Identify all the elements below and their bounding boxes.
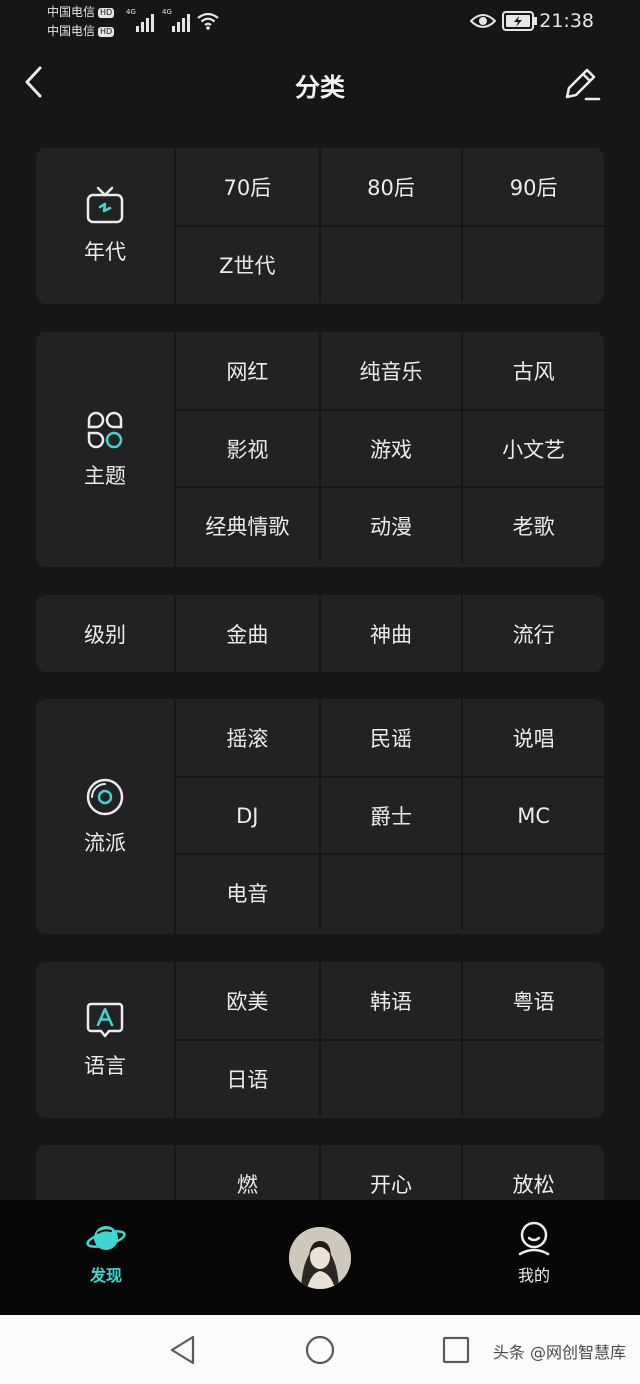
section-era: 年代 70后 80后 90后 Z世代 [36, 148, 604, 304]
section-label-era[interactable]: 年代 [36, 148, 176, 304]
tag-japanese[interactable]: 日语 [176, 1039, 319, 1116]
tag-anime[interactable]: 动漫 [318, 486, 462, 563]
tag-film-tv[interactable]: 影视 [176, 409, 319, 486]
era-grid: 70后 80后 90后 Z世代 [176, 148, 604, 302]
carrier-1: 中国电信 HD [47, 5, 115, 19]
tag-folk[interactable]: 民谣 [318, 699, 462, 776]
language-grid: 欧美 韩语 粤语 日语 [176, 962, 604, 1116]
nav-mine[interactable]: 我的 [500, 1220, 568, 1286]
edit-icon[interactable] [562, 64, 602, 104]
wifi-icon [197, 12, 219, 30]
section-genre: 流派 摇滚 民谣 说唱 DJ 爵士 MC 电音 [36, 699, 604, 934]
tag-korean[interactable]: 韩语 [318, 962, 462, 1039]
tag-electronic[interactable]: 电音 [176, 853, 319, 930]
page-title: 分类 [294, 73, 345, 102]
section-label-genre[interactable]: 流派 [36, 699, 176, 934]
language-icon [86, 1002, 124, 1038]
eye-icon [470, 14, 496, 28]
nav-discover[interactable]: 发现 [72, 1220, 140, 1286]
themes-icon [87, 411, 123, 448]
sys-home-icon[interactable] [304, 1334, 336, 1366]
empty-cell [461, 1039, 604, 1116]
genre-grid: 摇滚 民谣 说唱 DJ 爵士 MC 电音 [176, 699, 604, 930]
tag-rap[interactable]: 说唱 [461, 699, 604, 776]
nav-discover-label: 发现 [89, 1266, 122, 1285]
section-level: 级别 金曲 神曲 流行 [36, 595, 604, 672]
tag-game[interactable]: 游戏 [318, 409, 462, 486]
clock: 21:38 [539, 10, 594, 32]
section-label-theme[interactable]: 主题 [36, 332, 176, 567]
system-nav-bar: 头条 @网创智慧库 [0, 1315, 640, 1384]
nav-mine-label: 我的 [517, 1266, 550, 1285]
empty-cell [461, 225, 604, 302]
theme-grid: 网红 纯音乐 古风 影视 游戏 小文艺 经典情歌 动漫 老歌 [176, 332, 604, 563]
avatar[interactable] [289, 1227, 351, 1289]
watermark: 头条 @网创智慧库 [492, 1343, 626, 1362]
tag-jazz[interactable]: 爵士 [318, 776, 462, 853]
tag-80s[interactable]: 80后 [318, 148, 462, 225]
user-icon [518, 1221, 550, 1256]
tag-pure-music[interactable]: 纯音乐 [318, 332, 462, 409]
tag-mc[interactable]: MC [461, 776, 604, 853]
status-bar: 中国电信 HD 中国电信 HD 4G 4G 21:38 [0, 0, 640, 44]
avatar-image [289, 1227, 351, 1289]
sys-recents-icon[interactable] [442, 1336, 470, 1364]
tag-70s[interactable]: 70后 [176, 148, 319, 225]
tag-internet[interactable]: 网红 [176, 332, 319, 409]
empty-cell [318, 225, 462, 302]
bottom-nav: 发现 我的 [0, 1200, 640, 1315]
tag-classic-love[interactable]: 经典情歌 [176, 486, 319, 563]
carrier-2: 中国电信 HD [47, 24, 115, 38]
tag-oldies[interactable]: 老歌 [461, 486, 604, 563]
tag-golden[interactable]: 金曲 [176, 595, 319, 672]
section-label-level[interactable]: 级别 [36, 595, 176, 672]
tag-gen-z[interactable]: Z世代 [176, 225, 319, 302]
section-theme: 主题 网红 纯音乐 古风 影视 游戏 小文艺 经典情歌 动漫 老歌 [36, 332, 604, 567]
sys-back-icon[interactable] [168, 1334, 198, 1366]
vinyl-icon [86, 778, 124, 815]
empty-cell [318, 1039, 462, 1116]
battery-icon [502, 11, 537, 31]
tag-rock[interactable]: 摇滚 [176, 699, 319, 776]
signal-icon-2: 4G [162, 8, 190, 32]
empty-cell [318, 853, 462, 930]
empty-cell [461, 853, 604, 930]
signal-icon: 4G [126, 8, 154, 32]
header: 分类 [0, 54, 640, 114]
planet-icon [86, 1226, 126, 1250]
level-grid: 金曲 神曲 流行 [176, 595, 604, 672]
tag-western[interactable]: 欧美 [176, 962, 319, 1039]
section-language: 语言 欧美 韩语 粤语 日语 [36, 962, 604, 1118]
tv-icon [86, 186, 124, 224]
tag-90s[interactable]: 90后 [461, 148, 604, 225]
tag-popular[interactable]: 流行 [461, 595, 604, 672]
tag-ancient-style[interactable]: 古风 [461, 332, 604, 409]
tag-viral[interactable]: 神曲 [318, 595, 462, 672]
tag-indie[interactable]: 小文艺 [461, 409, 604, 486]
tag-cantonese[interactable]: 粤语 [461, 962, 604, 1039]
tag-dj[interactable]: DJ [176, 776, 319, 853]
section-label-language[interactable]: 语言 [36, 962, 176, 1118]
